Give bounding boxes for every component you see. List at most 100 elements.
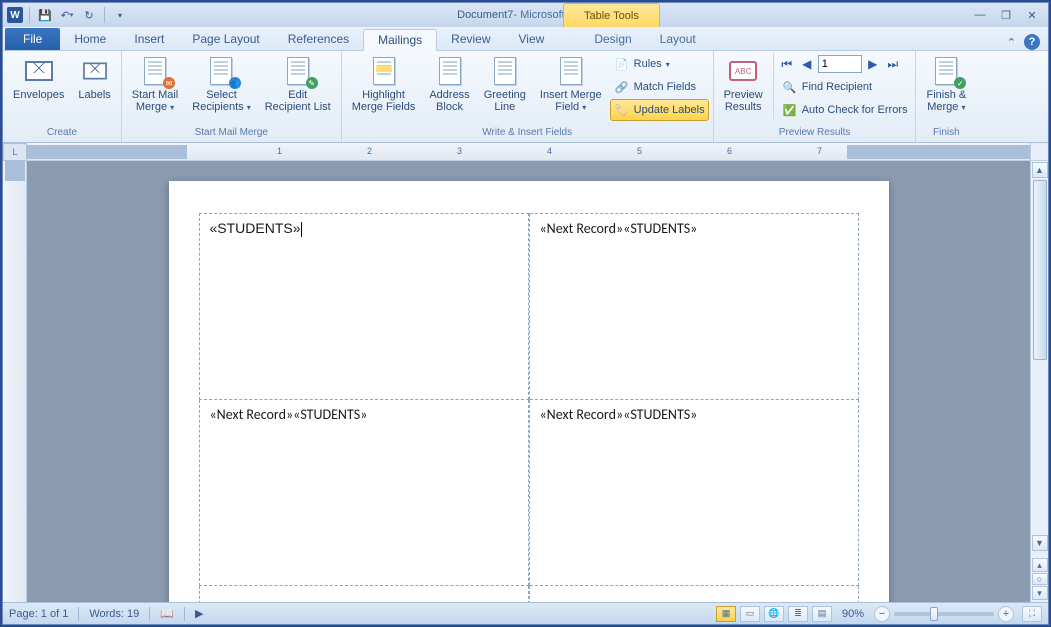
scroll-up-button[interactable]: ▲ [1032,162,1048,178]
match-icon: 🔗 [614,79,630,95]
tab-home[interactable]: Home [60,28,120,50]
tab-layout[interactable]: Layout [646,28,710,50]
tab-mailings[interactable]: Mailings [363,29,437,51]
labels-table: «STUDENTS» «Next Record»«STUDENTS» «Next… [199,213,859,602]
tab-references[interactable]: References [274,28,363,50]
ruler-toggle[interactable] [1030,143,1048,160]
horizontal-ruler-row: L 1 2 3 4 5 6 7 [3,143,1048,161]
page[interactable]: «STUDENTS» «Next Record»«STUDENTS» «Next… [169,181,889,602]
vertical-ruler[interactable] [3,161,27,602]
tab-design[interactable]: Design [580,28,645,50]
fit-window-button[interactable]: ⛶ [1022,606,1042,622]
update-labels-button[interactable]: 🏷️ Update Labels [610,99,709,121]
word-app-icon[interactable]: W [7,7,23,23]
minimize-button[interactable]: — [970,8,990,22]
preview-results-button[interactable]: ABC Preview Results [718,53,769,115]
label-cell[interactable]: «STUDENTS» [199,214,528,400]
auto-check-errors-button[interactable]: ✅ Auto Check for Errors [778,99,912,121]
tab-page-layout[interactable]: Page Layout [178,28,273,50]
labels-button[interactable]: Labels [72,53,116,103]
last-record-button[interactable]: ⏭ [884,55,902,73]
document-icon [373,57,395,85]
text-cursor [301,222,302,237]
preview-icon: ABC [727,55,759,87]
print-layout-view-button[interactable]: ▦ [716,606,736,622]
zoom-slider-thumb[interactable] [930,607,938,621]
browse-object-button[interactable]: ○ [1032,573,1048,585]
label-cell[interactable]: «Next Record»«STUDENTS» [199,400,528,586]
group-preview-results: ABC Preview Results ⏮ ◀ ▶ ⏭ 🔍 Find Recip… [714,51,917,142]
help-icon[interactable]: ? [1024,34,1040,50]
outline-view-button[interactable]: ≣ [788,606,808,622]
tab-view[interactable]: View [505,28,559,50]
label-cell[interactable]: «Next Record»«STUDENTS» [529,400,858,586]
document-area: ▢ «STUDENTS» «Next Record»«STUDENTS» «Ne… [3,161,1048,602]
match-fields-button[interactable]: 🔗 Match Fields [610,76,709,98]
full-screen-view-button[interactable]: ▭ [740,606,760,622]
check-badge-icon: ✓ [954,77,966,89]
finish-merge-button[interactable]: ✓ Finish & Merge ▾ [920,53,972,116]
horizontal-ruler[interactable]: 1 2 3 4 5 6 7 [27,143,1030,160]
merge-field-icon [560,57,582,85]
ribbon-tabs: File Home Insert Page Layout References … [3,27,1048,51]
prev-page-button[interactable]: ▴ [1032,558,1048,572]
undo-icon[interactable]: ↶▾ [58,6,76,24]
greeting-icon [494,57,516,85]
search-icon: 🔍 [782,79,798,95]
collapse-ribbon-icon[interactable]: ⌃ [1007,36,1016,49]
first-record-button[interactable]: ⏮ [778,55,796,73]
greeting-line-button[interactable]: Greeting Line [478,53,532,115]
tab-insert[interactable]: Insert [120,28,178,50]
check-icon: ✅ [782,102,798,118]
record-navigator: ⏮ ◀ ▶ ⏭ [778,53,912,75]
group-start-mail-merge: ✉ Start Mail Merge ▾ 👥 Select Recipients… [122,51,342,142]
highlight-merge-fields-button[interactable]: Highlight Merge Fields [346,53,422,115]
find-recipient-button[interactable]: 🔍 Find Recipient [778,76,912,98]
start-mail-merge-button[interactable]: ✉ Start Mail Merge ▾ [126,53,184,116]
next-record-button[interactable]: ▶ [864,55,882,73]
record-number-input[interactable] [818,55,862,73]
ribbon: Envelopes Labels Create ✉ Start Mail Mer… [3,51,1048,143]
label-cell[interactable] [199,586,528,603]
tab-review[interactable]: Review [437,28,504,50]
address-block-button[interactable]: Address Block [423,53,475,115]
merge-badge-icon: ✉ [163,77,175,89]
insert-merge-field-button[interactable]: Insert Merge Field ▾ [534,53,608,116]
label-cell[interactable] [529,586,858,603]
zoom-slider[interactable] [894,612,994,616]
file-tab[interactable]: File [5,28,60,50]
edit-badge-icon: ✎ [306,77,318,89]
update-icon: 🏷️ [614,102,630,118]
page-status[interactable]: Page: 1 of 1 [9,608,68,620]
vertical-scrollbar[interactable]: ▲ ▼ ▴ ○ ▾ [1030,161,1048,602]
qat-customize-icon[interactable]: ▾ [111,6,129,24]
edit-recipient-list-button[interactable]: ✎ Edit Recipient List [259,53,337,115]
web-layout-view-button[interactable]: 🌐 [764,606,784,622]
scroll-down-button[interactable]: ▼ [1032,535,1048,551]
macro-icon[interactable]: ▶ [195,607,203,620]
next-page-button[interactable]: ▾ [1032,586,1048,600]
envelopes-button[interactable]: Envelopes [7,53,70,103]
restore-button[interactable]: ❐ [996,8,1016,22]
label-cell[interactable]: «Next Record»«STUDENTS» [529,214,858,400]
rules-button[interactable]: 📄 Rules ▾ [610,53,709,75]
document-canvas[interactable]: «STUDENTS» «Next Record»«STUDENTS» «Next… [27,161,1030,602]
close-button[interactable]: ✕ [1022,8,1042,22]
zoom-out-button[interactable]: − [874,606,890,622]
prev-record-button[interactable]: ◀ [798,55,816,73]
address-icon [439,57,461,85]
zoom-level[interactable]: 90% [842,608,864,620]
word-count[interactable]: Words: 19 [89,608,139,620]
redo-icon[interactable]: ↻ [80,6,98,24]
app-window: W 💾 ↶▾ ↻ ▾ Document7 - Microsoft Word Ta… [2,2,1049,625]
zoom-in-button[interactable]: + [998,606,1014,622]
contextual-tab-header: Table Tools [563,3,660,27]
title-bar: W 💾 ↶▾ ↻ ▾ Document7 - Microsoft Word Ta… [3,3,1048,27]
draft-view-button[interactable]: ▤ [812,606,832,622]
tab-selector[interactable]: L [3,143,27,161]
select-recipients-button[interactable]: 👥 Select Recipients ▾ [186,53,256,116]
proofing-icon[interactable]: 📖 [160,607,174,620]
group-write-insert-fields: Highlight Merge Fields Address Block Gre… [342,51,714,142]
save-icon[interactable]: 💾 [36,6,54,24]
scroll-thumb[interactable] [1033,180,1047,360]
